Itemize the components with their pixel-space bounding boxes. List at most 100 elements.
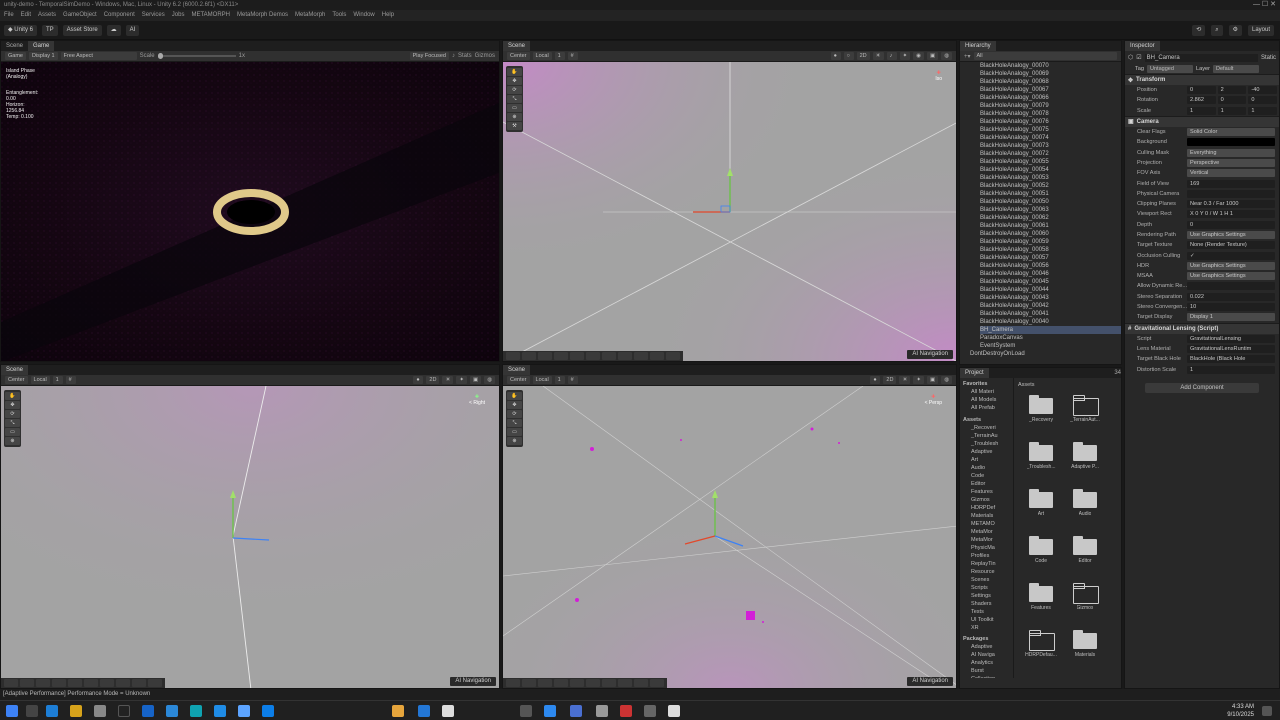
tab-scene-tr[interactable]: Scene [503,41,531,51]
grid-icon[interactable]: # [567,52,578,60]
cloud-icon[interactable]: ☁ [106,25,121,36]
folder-item[interactable]: _Troublesh... [1022,442,1060,487]
hierarchy-item[interactable]: BlackHoleAnalogy_00063 [980,206,1121,214]
mode-2d-button-br[interactable]: 2D [883,376,897,384]
project-tree-item[interactable]: _TerrainAu [963,432,1013,440]
edge-icon[interactable] [46,705,58,717]
folder-item[interactable]: Features [1022,583,1060,628]
scale-tool-icon-br[interactable]: ⤡ [507,419,522,427]
menu-item[interactable]: METAMORPH [191,10,230,21]
project-tree-item[interactable]: XR [963,624,1013,632]
gizmo-globe-icon[interactable]: ◍ [941,52,952,60]
menu-item[interactable]: File [4,10,14,21]
gizmo-globe-icon-br[interactable]: ◍ [941,376,952,384]
folder-item[interactable]: Editor [1066,536,1104,581]
hierarchy-item[interactable]: BlackHoleAnalogy_00074 [980,134,1121,142]
hierarchy-item[interactable]: BlackHoleAnalogy_00051 [980,190,1121,198]
hierarchy-item-selected[interactable]: BH_Camera [980,326,1121,334]
hierarchy-item[interactable]: BlackHoleAnalogy_00072 [980,150,1121,158]
overlay-toolbar-br[interactable] [503,678,667,688]
inspector-value[interactable]: GravitationalLensing [1187,334,1275,343]
project-tree-item[interactable]: Scripts [963,584,1013,592]
transform-position-x[interactable]: 0 [1187,86,1216,95]
asset-store-button[interactable]: Asset Store [62,25,102,36]
tab-scene-bl[interactable]: Scene [1,365,29,375]
project-tree-item[interactable]: ReplayTin [963,560,1013,568]
hierarchy-item[interactable]: BlackHoleAnalogy_00066 [980,94,1121,102]
grid-icon-bl[interactable]: # [65,376,76,384]
hierarchy-item[interactable]: BlackHoleAnalogy_00040 [980,318,1121,326]
app-icon-2[interactable] [166,705,178,717]
mode-2d-button[interactable]: 2D [856,52,870,60]
snap-field-bl[interactable]: 1 [52,376,63,384]
hierarchy-item[interactable]: BlackHoleAnalogy_00052 [980,182,1121,190]
project-tree-item[interactable]: Collection [963,675,1013,678]
inspector-value[interactable]: BlackHole (Black Hole [1187,355,1275,364]
packages-header[interactable]: Packages [963,635,1013,643]
app-icon-13[interactable] [668,705,680,717]
shading-sphere-icon-br[interactable]: ● [870,376,881,384]
account-button[interactable]: ◆ Unity 6 [4,25,37,36]
inspector-value[interactable] [1187,138,1275,147]
menu-item[interactable]: Assets [38,10,56,21]
app-icon-9[interactable] [570,705,582,717]
app-icon-7[interactable] [520,705,532,717]
menu-item[interactable]: MetaMorph Demos [237,10,288,21]
project-tree-item[interactable]: All Models [963,396,1013,404]
folder-item[interactable]: HDRPDefau... [1022,630,1060,675]
hierarchy-item[interactable]: BlackHoleAnalogy_00067 [980,86,1121,94]
inspector-value[interactable]: 0 [1187,220,1275,229]
hidden-icon[interactable]: ◉ [913,52,924,60]
effects-icon-br[interactable]: ✦ [913,376,924,384]
transform-rotation-z[interactable]: 0 [1248,96,1278,105]
transform-rotation-x[interactable]: 2.862 [1187,96,1216,105]
hierarchy-item[interactable]: ParadoxCanvas [980,334,1121,342]
camera-icon-br[interactable]: ▣ [926,376,939,384]
hierarchy-item[interactable]: BlackHoleAnalogy_00044 [980,286,1121,294]
rotate-tool-icon-br[interactable]: ⟳ [507,410,522,418]
app-icon-10[interactable] [596,705,608,717]
hierarchy-item[interactable]: BlackHoleAnalogy_00042 [980,302,1121,310]
ai-navigation-badge-bl[interactable]: AI Navigation [450,677,496,686]
menu-item[interactable]: Edit [21,10,31,21]
hierarchy-item[interactable]: BlackHoleAnalogy_00062 [980,214,1121,222]
menu-item[interactable]: Services [142,10,165,21]
inspector-value[interactable]: Solid Color [1187,128,1275,137]
terminal-icon[interactable] [118,705,130,717]
camera-icon[interactable]: ▣ [926,52,939,60]
pivot-dropdown-bl[interactable]: Center [5,376,28,384]
space-dropdown-br[interactable]: Local [532,376,552,384]
favorites-header[interactable]: Favorites [963,380,1013,388]
move-tool-icon-br[interactable]: ✥ [507,401,522,409]
window-controls[interactable]: — ☐ ✕ [1253,0,1276,10]
ai-navigation-badge-br[interactable]: AI Navigation [907,677,953,686]
ai-button[interactable]: AI [125,25,140,36]
inspector-value[interactable]: Use Graphics Settings [1187,272,1275,281]
taskview-icon[interactable] [26,705,38,717]
camera-icon-bl[interactable]: ▣ [469,376,482,384]
tab-scene-br[interactable]: Scene [503,365,531,375]
snap-field-br[interactable]: 1 [554,376,565,384]
inspector-value[interactable]: 0.022 [1187,292,1275,301]
layer-dropdown[interactable]: Default [1213,65,1260,73]
project-tree-item[interactable]: All Prefab [963,404,1013,412]
windows-start-icon[interactable] [6,705,18,717]
unity-taskbar-icon[interactable] [392,705,404,717]
hierarchy-item[interactable]: BlackHoleAnalogy_00057 [980,254,1121,262]
project-tree-item[interactable]: Adaptive [963,448,1013,456]
project-tree-item[interactable]: _Recoveri [963,424,1013,432]
effects-icon[interactable]: ✦ [899,52,911,60]
overlay-toolbar-bl[interactable] [1,678,165,688]
inspector-value[interactable]: Everything [1187,148,1275,157]
project-tree-item[interactable]: Editor [963,480,1013,488]
transform-tool-icon-bl[interactable]: ⊕ [5,437,20,445]
move-tool-icon-bl[interactable]: ✥ [5,401,20,409]
audio-toggle-icon[interactable]: ♪ [886,52,897,60]
project-tree-item[interactable]: Settings [963,592,1013,600]
folder-item[interactable]: Gizmos [1066,583,1104,628]
project-tree-item[interactable]: Art [963,456,1013,464]
transform-scale-x[interactable]: 1 [1187,106,1216,115]
space-dropdown-bl[interactable]: Local [30,376,50,384]
transform-scale-z[interactable]: 1 [1248,106,1278,115]
hierarchy-item[interactable]: BlackHoleAnalogy_00041 [980,310,1121,318]
